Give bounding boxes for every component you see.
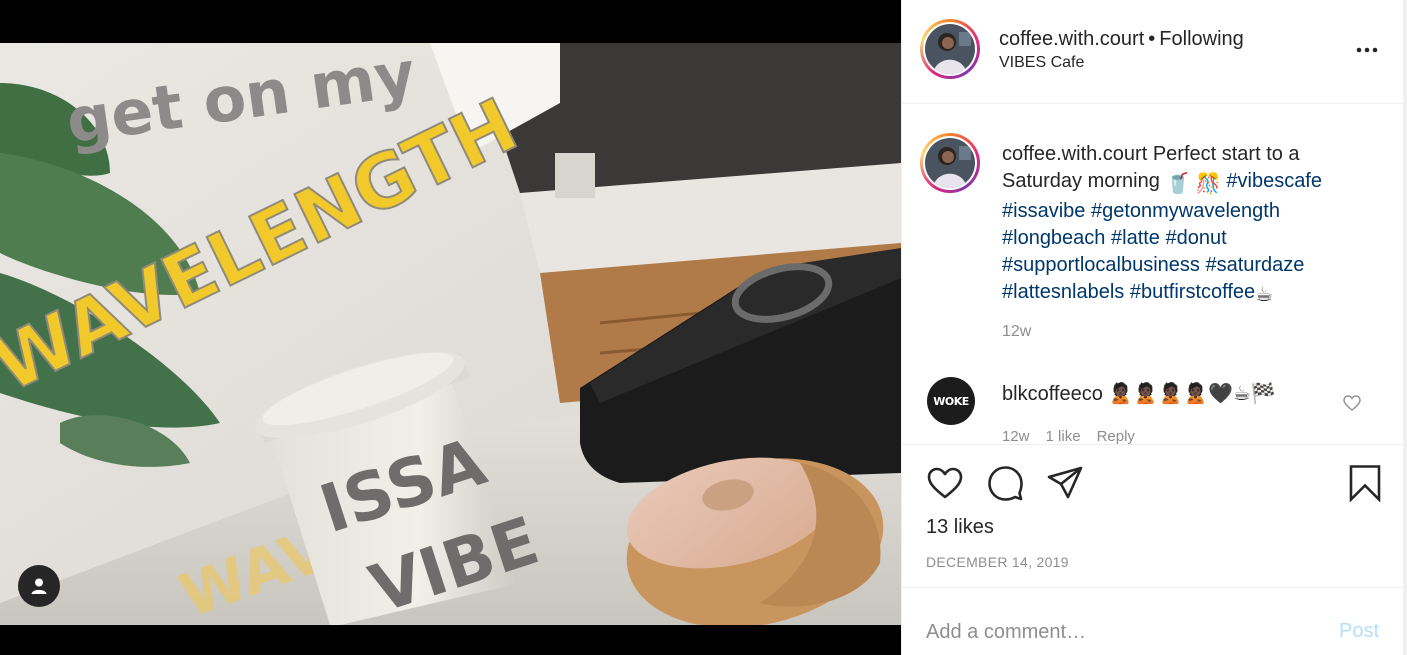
comment-composer: Post [902,589,1404,655]
comment-reply-button[interactable]: Reply [1097,428,1135,444]
hashtag-link[interactable]: #latte [1111,227,1160,249]
hashtag-link[interactable]: #getonmywavelength [1091,200,1280,222]
comment-avatar[interactable]: WOKE [927,377,975,425]
header-location[interactable]: VIBES Cafe [999,54,1084,72]
profile-photo [925,24,975,74]
header-username[interactable]: coffee.with.court [999,28,1144,50]
person-icon [31,578,47,594]
paper-plane-icon[interactable] [1046,464,1084,502]
avatar[interactable] [920,19,980,79]
caption-emoji-coffee: ☕ [1255,284,1274,306]
post-media: get on my WAVELENGTH WAV ISSA VIBE [0,0,901,655]
header-bullet: • [1148,28,1156,50]
comment-input[interactable] [926,617,1306,647]
scrollbar-track[interactable] [1403,0,1407,655]
comment-timestamp[interactable]: 12w [1002,428,1030,444]
caption-emoji-cup: 🥤 [1165,173,1191,195]
post-caption: coffee.with.court Perfect start to a Sat… [1002,141,1352,309]
comment-icon[interactable] [986,464,1024,502]
hashtag-link[interactable]: #longbeach [1002,227,1105,249]
action-bar: 13 likes DECEMBER 14, 2019 [902,446,1404,588]
hashtag-link[interactable]: #vibescafe [1226,170,1322,192]
hashtag-link[interactable]: #supportlocalbusiness [1002,254,1200,276]
comment-emojis: 🙎🏿🙎🏿🙎🏿🙎🏿🖤☕🏁 [1108,383,1276,405]
comments-list[interactable]: coffee.with.court Perfect start to a Sat… [902,105,1404,445]
comment-meta: 12w 1 like Reply [1002,428,1151,444]
hashtag-link[interactable]: #butfirstcoffee [1130,281,1255,303]
caption-username[interactable]: coffee.with.court [1002,143,1147,165]
post-photo[interactable]: get on my WAVELENGTH WAV ISSA VIBE [0,43,901,625]
heart-icon[interactable] [926,464,964,502]
comment-avatar-label: WOKE [933,394,969,408]
caption-avatar[interactable] [920,133,980,193]
comment-heart-icon[interactable] [1342,393,1362,413]
hashtag-link[interactable]: #lattesnlabels [1002,281,1124,303]
caption-timestamp[interactable]: 12w [1002,323,1031,341]
follow-status-button[interactable]: Following [1159,28,1243,50]
post-date[interactable]: DECEMBER 14, 2019 [926,554,1069,570]
hashtag-link[interactable]: #donut [1166,227,1227,249]
header-title: coffee.with.court • Following [999,28,1244,51]
likes-count[interactable]: 13 likes [926,516,994,539]
caption-emoji-party: 🎊 [1195,173,1221,195]
post-details-panel: coffee.with.court • Following VIBES Cafe c… [901,0,1404,655]
bookmark-icon[interactable] [1346,464,1384,502]
post-header: coffee.with.court • Following VIBES Cafe [902,0,1404,104]
hashtag-link[interactable]: #saturdaze [1205,254,1304,276]
user-tag-button[interactable] [18,565,60,607]
comment-body: blkcoffeeco 🙎🏿🙎🏿🙎🏿🙎🏿🖤☕🏁 [1002,381,1276,406]
comment-likes-count[interactable]: 1 like [1046,428,1081,444]
comment-username[interactable]: blkcoffeeco [1002,383,1103,405]
more-horizontal-icon[interactable] [1354,40,1380,60]
profile-photo [925,138,975,188]
hashtag-link[interactable]: #issavibe [1002,200,1085,222]
post-comment-button[interactable]: Post [1339,620,1379,643]
